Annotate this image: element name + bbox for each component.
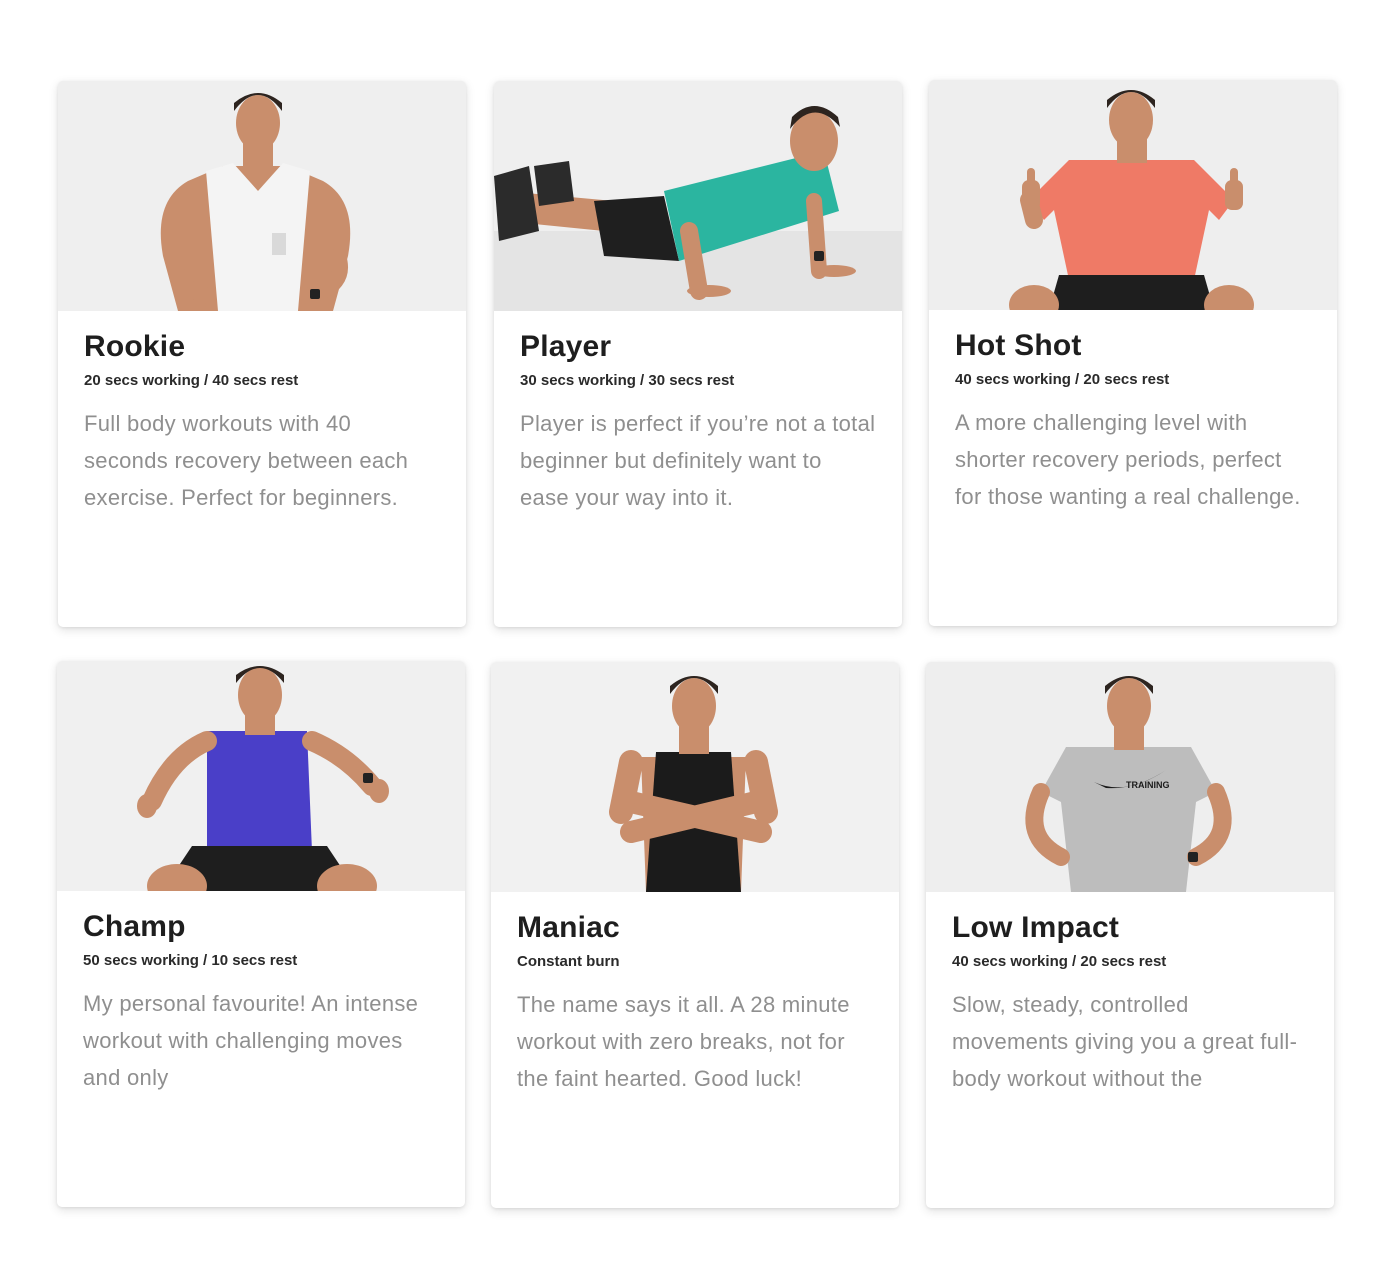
trainer-squat-blue-tank-photo	[57, 661, 465, 891]
level-description: Full body workouts with 40 seconds recov…	[84, 411, 409, 510]
level-title: Low Impact	[952, 911, 1120, 944]
level-title: Rookie	[84, 330, 186, 363]
level-description: Slow, steady, controlled movements givin…	[952, 992, 1298, 1091]
level-card-rookie[interactable]: Rookie 20 secs working / 40 secs rest Fu…	[58, 81, 466, 627]
level-card-player[interactable]: Player 30 secs working / 30 secs rest Pl…	[494, 81, 902, 627]
trainer-photo	[58, 81, 466, 311]
trainer-hands-on-hips-white-tank-photo	[58, 81, 466, 311]
trainer-photo: TRAINING	[926, 662, 1334, 892]
level-description: A more challenging level with shorter re…	[955, 410, 1301, 509]
level-title: Player	[520, 330, 612, 363]
trainer-photo	[57, 661, 465, 891]
level-card-champ[interactable]: Champ 50 secs working / 10 secs rest My …	[57, 661, 465, 1207]
level-title: Hot Shot	[955, 329, 1082, 362]
level-timing: 20 secs working / 40 secs rest	[84, 372, 299, 389]
trainer-photo	[491, 662, 899, 892]
level-timing: 40 secs working / 20 secs rest	[955, 371, 1170, 388]
trainer-arms-crossed-black-tank-photo	[491, 662, 899, 892]
level-description: The name says it all. A 28 minute workou…	[517, 992, 850, 1091]
level-card-low-impact[interactable]: TRAINING Low Impact 40 secs working / 20…	[926, 662, 1334, 1208]
level-card-hot-shot[interactable]: Hot Shot 40 secs working / 20 secs rest …	[929, 80, 1337, 626]
level-title: Maniac	[517, 911, 620, 944]
trainer-photo	[929, 80, 1337, 310]
level-grid: Rookie 20 secs working / 40 secs rest Fu…	[0, 0, 1400, 1277]
level-timing: 30 secs working / 30 secs rest	[520, 372, 735, 389]
trainer-photo	[494, 81, 902, 311]
trainer-thumbs-up-coral-shirt-photo	[929, 80, 1337, 310]
level-title: Champ	[83, 910, 186, 943]
level-timing: Constant burn	[517, 953, 620, 970]
level-timing: 40 secs working / 20 secs rest	[952, 953, 1167, 970]
level-description: Player is perfect if you’re not a total …	[520, 411, 876, 510]
shirt-print: TRAINING	[1126, 780, 1170, 790]
trainer-hands-on-hips-grey-tee-photo: TRAINING	[926, 662, 1334, 892]
level-card-maniac[interactable]: Maniac Constant burn The name says it al…	[491, 662, 899, 1208]
level-timing: 50 secs working / 10 secs rest	[83, 952, 298, 969]
level-description: My personal favourite! An intense workou…	[83, 991, 419, 1090]
trainer-push-up-teal-tank-photo	[494, 81, 902, 311]
